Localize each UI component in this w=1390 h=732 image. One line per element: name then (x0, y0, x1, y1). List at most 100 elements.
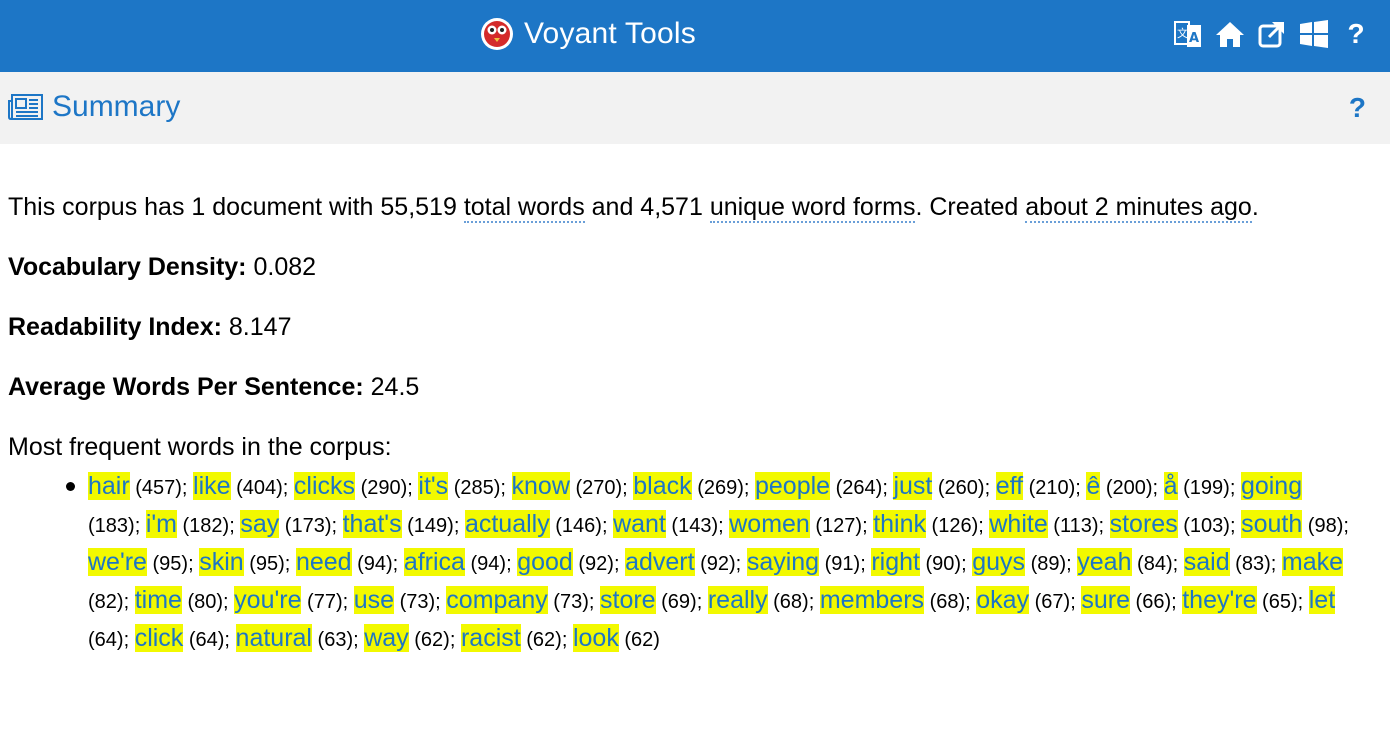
frequent-word-term[interactable]: okay (976, 586, 1030, 614)
frequent-word-term[interactable]: company (446, 586, 548, 614)
frequent-word-term[interactable]: white (989, 510, 1048, 538)
average-words-line: Average Words Per Sentence: 24.5 (8, 370, 1378, 430)
frequent-word-term[interactable]: it's (418, 472, 449, 500)
frequent-word-term[interactable]: south (1241, 510, 1303, 538)
summary-text: and 4,571 (584, 193, 710, 221)
frequent-word-term[interactable]: say (240, 510, 280, 538)
frequent-word-count: (64); (183, 629, 236, 651)
frequent-word-count: (92); (572, 553, 626, 575)
svg-text:文: 文 (1177, 26, 1188, 40)
frequent-word-term[interactable]: africa (403, 548, 465, 576)
frequent-word-term[interactable]: yeah (1077, 548, 1132, 576)
newspaper-icon (8, 94, 43, 120)
frequent-word-term[interactable]: women (729, 510, 810, 538)
frequent-word-term[interactable]: want (613, 510, 666, 538)
frequent-word-count: (146); (549, 515, 614, 537)
frequent-word-count: (83); (1229, 553, 1282, 575)
panel-help-button[interactable]: ? (1349, 92, 1366, 124)
frequent-words-title: Most frequent words in the corpus: (8, 433, 392, 461)
panel-title: Summary (52, 90, 181, 123)
frequent-words-list: hair (457); like (404); clicks (290); it… (8, 468, 1378, 658)
frequent-word-term[interactable]: å (1163, 472, 1178, 500)
frequent-word-term[interactable]: sure (1081, 586, 1130, 614)
frequent-word-count: (62); (520, 629, 573, 651)
frequent-word-term[interactable]: way (364, 624, 409, 652)
frequent-word-term[interactable]: saying (746, 548, 820, 576)
frequent-word-count: (143); (665, 515, 730, 537)
translate-icon[interactable]: 文A (1172, 18, 1204, 50)
frequent-word-count: (68); (767, 591, 820, 613)
frequent-word-count: (62); (408, 629, 461, 651)
frequent-word-term[interactable]: we're (88, 548, 147, 576)
help-icon[interactable]: ? (1340, 18, 1372, 50)
frequent-word-term[interactable]: need (295, 548, 352, 576)
frequent-word-term[interactable]: natural (235, 624, 312, 652)
summary-text: . Created (915, 193, 1026, 221)
frequent-word-term[interactable]: stores (1109, 510, 1178, 538)
windows-icon[interactable] (1298, 18, 1330, 50)
readability-label: Readability Index: (8, 313, 222, 341)
app-brand[interactable]: Voyant Tools (480, 14, 696, 54)
frequent-word-term[interactable]: time (134, 586, 182, 614)
frequent-word-term[interactable]: advert (625, 548, 695, 576)
frequent-word-count: (65); (1256, 591, 1309, 613)
frequent-word-term[interactable]: skin (199, 548, 244, 576)
frequent-word-count: (260); (932, 477, 996, 499)
frequent-word-term[interactable]: eff (995, 472, 1024, 500)
frequent-word-term[interactable]: you're (234, 586, 302, 614)
frequent-words-item: hair (457); like (404); clicks (290); it… (66, 468, 1358, 658)
frequent-word-count: (67); (1029, 591, 1082, 613)
frequent-word-term[interactable]: just (893, 472, 933, 500)
frequent-word-term[interactable]: clicks (293, 472, 356, 500)
frequent-word-term[interactable]: use (353, 586, 395, 614)
frequent-word-term[interactable]: right (871, 548, 920, 576)
frequent-word-term[interactable]: know (511, 472, 570, 500)
frequent-word-count: (210); (1023, 477, 1087, 499)
frequent-word-term[interactable]: people (755, 472, 831, 500)
frequent-word-count: (80); (181, 591, 235, 613)
frequent-word-term[interactable]: they're (1182, 586, 1257, 614)
header-toolbar: 文A ? (1172, 18, 1372, 50)
frequent-word-term[interactable]: i'm (145, 510, 177, 538)
frequent-word-count: (68); (924, 591, 977, 613)
frequent-word-term[interactable]: guys (972, 548, 1026, 576)
app-title: Voyant Tools (524, 17, 696, 50)
frequent-word-term[interactable]: actually (464, 510, 550, 538)
corpus-summary-line: This corpus has 1 document with 55,519 t… (8, 190, 1378, 250)
frequent-word-term[interactable]: like (193, 472, 231, 500)
average-words-value: 24.5 (370, 373, 420, 401)
frequent-word-term[interactable]: that's (342, 510, 402, 538)
total-words-link[interactable]: total words (463, 193, 585, 223)
frequent-word-term[interactable]: black (633, 472, 692, 500)
vocabulary-density-value: 0.082 (253, 253, 317, 281)
frequent-word-count: (103); (1177, 515, 1242, 537)
frequent-word-term[interactable]: let (1308, 586, 1336, 614)
frequent-word-term[interactable]: make (1281, 548, 1344, 576)
frequent-word-term[interactable]: think (873, 510, 926, 538)
frequent-word-term[interactable]: ê (1086, 472, 1101, 500)
panel-header (0, 72, 1390, 144)
external-link-icon[interactable] (1256, 18, 1288, 50)
frequent-word-count: (73); (547, 591, 600, 613)
frequent-word-term[interactable]: good (517, 548, 573, 576)
frequent-word-count: (98); (1302, 515, 1349, 537)
frequent-word-term[interactable]: look (572, 624, 619, 652)
frequent-word-term[interactable]: store (600, 586, 656, 614)
frequent-word-term[interactable]: said (1183, 548, 1230, 576)
frequent-word-count: (269); (691, 477, 755, 499)
created-time-link[interactable]: about 2 minutes ago (1025, 193, 1252, 223)
frequent-word-term[interactable]: hair (88, 472, 130, 500)
frequent-word-term[interactable]: going (1240, 472, 1303, 500)
vocabulary-density-line: Vocabulary Density: 0.082 (8, 250, 1378, 310)
frequent-word-count: (264); (830, 477, 894, 499)
home-icon[interactable] (1214, 18, 1246, 50)
frequent-word-count: (95); (146, 553, 200, 575)
vocabulary-density-label: Vocabulary Density: (8, 253, 247, 281)
frequent-word-term[interactable]: racist (460, 624, 521, 652)
frequent-word-count: (94); (464, 553, 518, 575)
frequent-word-term[interactable]: click (134, 624, 184, 652)
frequent-word-term[interactable]: really (707, 586, 768, 614)
frequent-word-term[interactable]: members (819, 586, 925, 614)
unique-forms-link[interactable]: unique word forms (709, 193, 916, 223)
summary-content: This corpus has 1 document with 55,519 t… (8, 190, 1378, 658)
